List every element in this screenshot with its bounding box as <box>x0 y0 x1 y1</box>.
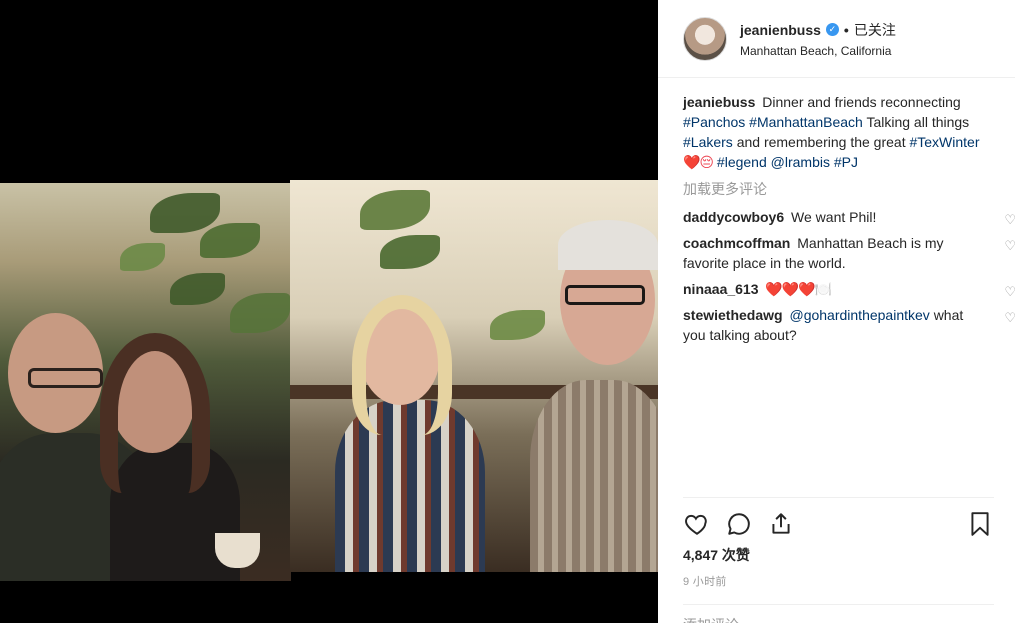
hashtag-link[interactable]: #PJ <box>834 154 858 170</box>
comment-item: coachmcoffman Manhattan Beach is my favo… <box>683 233 1015 273</box>
likes-count[interactable]: 4,847 次赞 <box>683 545 750 565</box>
hashtag-link[interactable]: #legend <box>717 154 767 170</box>
comment-username[interactable]: daddycowboy6 <box>683 209 784 225</box>
comment-text: ❤️❤️❤️🍽️ <box>765 281 832 297</box>
comment-username[interactable]: stewiethedawg <box>683 307 783 323</box>
avatar[interactable] <box>683 16 727 61</box>
load-more-comments-button[interactable]: 加载更多评论 <box>683 179 990 199</box>
share-button[interactable] <box>767 510 795 538</box>
bookmark-icon <box>971 512 989 536</box>
action-bar <box>683 497 994 538</box>
photo-right <box>290 180 658 572</box>
verified-badge-icon: ✓ <box>825 23 839 36</box>
hashtag-link[interactable]: #TexWinter <box>909 134 979 150</box>
follow-button[interactable]: 已关注 <box>854 20 896 40</box>
comment-item: daddycowboy6 We want Phil! ♡ <box>683 207 1015 227</box>
post-header: jeanienbuss ✓ • 已关注 Manhattan Beach, Cal… <box>658 0 1015 78</box>
caption-text: Talking all things <box>866 114 970 130</box>
comments-section: jeaniebuss Dinner and friends reconnecti… <box>658 78 1015 345</box>
comment-like-icon[interactable]: ♡ <box>1004 210 1015 230</box>
save-button[interactable] <box>966 510 994 538</box>
username-link[interactable]: jeanienbuss <box>740 22 821 38</box>
comment-like-icon[interactable]: ♡ <box>1004 282 1015 302</box>
location-link[interactable]: Manhattan Beach, California <box>740 44 896 58</box>
photo-left <box>0 183 291 581</box>
comment-username[interactable]: ninaaa_613 <box>683 281 759 297</box>
comment-icon <box>728 513 750 535</box>
caption-username[interactable]: jeaniebuss <box>683 94 755 110</box>
comment-text: We want Phil! <box>791 209 877 225</box>
comment-username[interactable]: coachmcoffman <box>683 235 790 251</box>
caption-text: and remembering the great <box>736 134 906 150</box>
separator-dot: • <box>843 21 849 38</box>
post-timestamp[interactable]: 9 小时前 <box>683 573 727 589</box>
share-icon <box>772 513 790 534</box>
hashtag-link[interactable]: #Panchos <box>683 114 745 130</box>
comment-item: stewiethedawg @gohardinthepaintkev what … <box>683 305 1015 345</box>
post-panel: jeanienbuss ✓ • 已关注 Manhattan Beach, Cal… <box>658 0 1015 623</box>
hashtag-link[interactable]: #ManhattanBeach <box>749 114 863 130</box>
hashtag-link[interactable]: #Lakers <box>683 134 733 150</box>
caption-emoji: ❤️😔 <box>683 154 714 170</box>
post-media[interactable] <box>0 0 658 623</box>
add-comment-input[interactable]: 添加评论…… <box>683 604 994 623</box>
comment-button[interactable] <box>725 510 753 538</box>
like-button[interactable] <box>683 510 711 538</box>
mention-link[interactable]: @lrambis <box>771 154 830 170</box>
caption-text: Dinner and friends reconnecting <box>762 94 961 110</box>
comment-item: ninaaa_613 ❤️❤️❤️🍽️ ♡ <box>683 279 1015 299</box>
comment-like-icon[interactable]: ♡ <box>1004 236 1015 256</box>
mention-link[interactable]: @gohardinthepaintkev <box>789 307 929 323</box>
comment-like-icon[interactable]: ♡ <box>1004 308 1015 328</box>
post-caption: jeaniebuss Dinner and friends reconnecti… <box>683 92 983 172</box>
heart-icon <box>685 514 707 535</box>
